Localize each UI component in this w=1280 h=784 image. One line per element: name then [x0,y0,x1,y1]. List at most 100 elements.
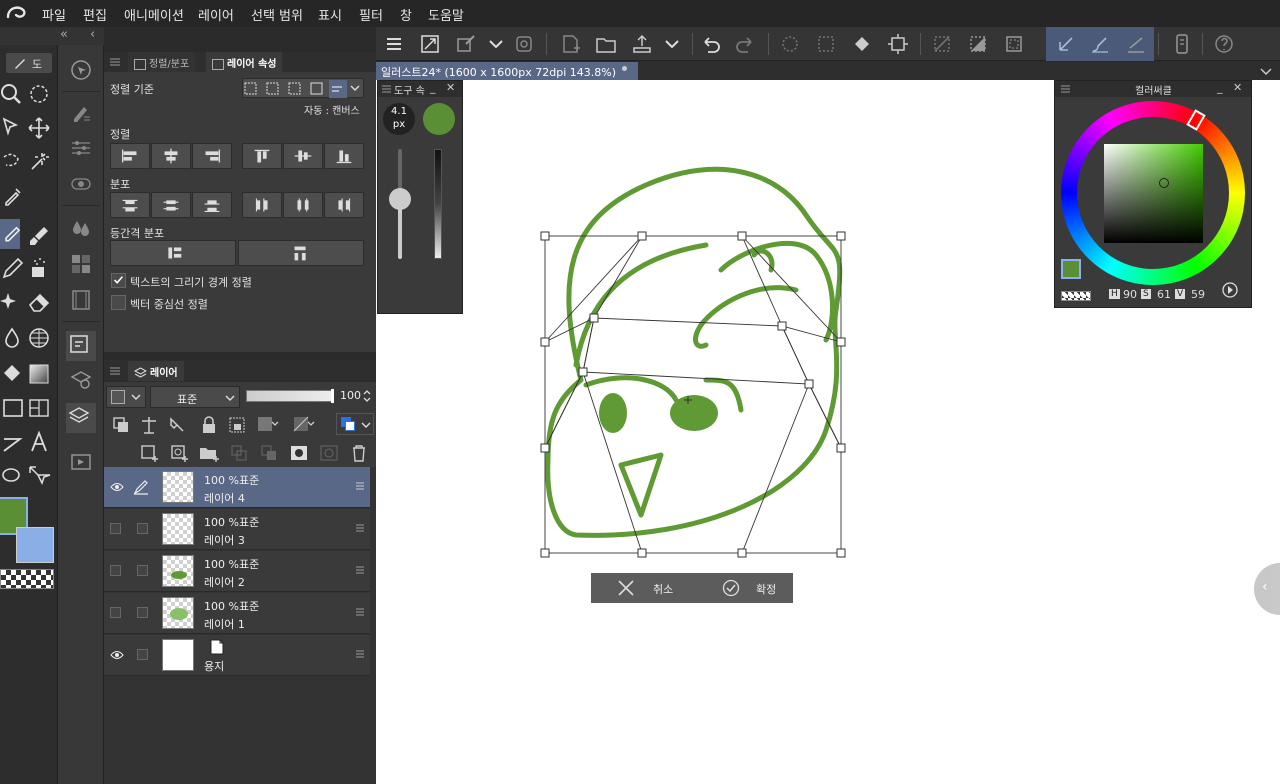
color-fill-selector[interactable] [106,386,146,408]
airbrush-icon[interactable] [26,255,52,281]
tab-align-distribute[interactable]: 정렬/분포 [128,52,196,72]
settings-loop-icon[interactable] [510,30,538,58]
eye-icon[interactable] [110,480,124,494]
align-right-button[interactable] [192,143,232,169]
distribute-center-button[interactable] [283,192,323,218]
decoration-icon[interactable] [0,289,26,315]
lock-transparency-icon[interactable] [224,412,250,438]
merge-down-icon[interactable] [256,440,282,466]
saturation-value-square[interactable] [1104,144,1203,243]
chevron-down-icon[interactable] [658,30,686,58]
menu-animation[interactable]: 애니메이션 [124,5,184,24]
transform-icon[interactable] [1052,30,1080,58]
visibility-toggle[interactable] [110,523,121,534]
edit-toggle[interactable] [137,523,148,534]
select-lasso-icon[interactable] [0,149,26,175]
deselect-icon[interactable] [928,30,956,58]
apply-mask-icon[interactable] [316,440,342,466]
align-top-button[interactable] [242,143,282,169]
h-value[interactable]: 90 [1123,288,1137,301]
redo-icon[interactable] [732,30,760,58]
layer-row-1[interactable]: 100 %표준 레이어 1 [104,593,370,634]
brush-color-preview[interactable] [423,103,455,135]
correction-line-icon[interactable] [26,463,52,489]
clear-icon[interactable] [776,30,804,58]
eyedropper-icon[interactable] [0,183,26,209]
clear-outside-icon[interactable] [812,30,840,58]
visibility-toggle[interactable] [110,607,121,618]
equal-space-v-button[interactable] [110,240,236,266]
export-icon[interactable] [628,30,656,58]
edit-toggle[interactable] [137,607,148,618]
size-slider-handle[interactable] [389,187,411,210]
new-raster-layer-icon[interactable] [136,440,162,466]
menu-layer[interactable]: 레이어 [198,5,234,24]
menu-file[interactable]: 파일 [42,5,66,24]
opacity-gradient-slider[interactable] [434,149,442,259]
subtool-pen-icon[interactable] [68,99,94,125]
distribute-right-button[interactable] [324,192,364,218]
grid-ruler-icon[interactable] [26,325,52,351]
delete-layer-icon[interactable] [346,440,372,466]
layer-row-3[interactable]: 100 %표준 레이어 3 [104,509,370,550]
drag-handle-icon[interactable] [356,481,364,491]
v-value[interactable]: 59 [1191,288,1205,301]
brush-size-indicator[interactable]: 4.1 px [383,103,415,135]
brush-icon[interactable] [26,223,52,249]
fill-icon[interactable] [848,30,876,58]
balloon-icon[interactable] [0,463,26,489]
drag-handle-icon[interactable] [356,607,364,617]
blend-icon[interactable] [0,325,26,351]
eraser-icon[interactable] [26,289,52,315]
line-icon[interactable] [0,429,26,455]
eye-icon[interactable] [110,648,124,662]
draft-layer-icon[interactable] [164,412,190,438]
align-center-v-button[interactable] [283,143,323,169]
new-vector-layer-icon[interactable] [166,440,192,466]
layer-property-icon[interactable] [68,367,94,393]
device-icon[interactable] [1168,30,1196,58]
color-mix-icon[interactable] [68,215,94,241]
brush-transform-icon[interactable] [1086,30,1114,58]
tab-layer[interactable]: 레이어 [128,361,184,381]
gradient-icon[interactable] [26,361,52,387]
reference-layer-icon[interactable] [136,412,162,438]
material-icon[interactable] [68,449,94,475]
menu-edit[interactable]: 편집 [83,5,107,24]
clipping-icon[interactable] [108,412,134,438]
drag-handle-icon[interactable] [356,523,364,533]
open-folder-icon[interactable] [592,30,620,58]
confirm-button[interactable]: 확정 [692,573,793,603]
new-folder-icon[interactable] [196,440,222,466]
navigator-icon[interactable] [68,57,94,83]
menu-help[interactable]: 도움말 [428,5,464,24]
text-icon[interactable] [26,429,52,455]
layer-row-paper[interactable]: 용지 [104,635,370,676]
fit-screen-icon[interactable] [416,30,444,58]
invert-selection-icon[interactable] [964,30,992,58]
menu-filter[interactable]: 필터 [359,5,383,24]
layers-icon[interactable] [66,403,96,433]
transfer-down-icon[interactable] [226,440,252,466]
tab-layer-property[interactable]: 레이어 속성 [206,52,283,72]
vector-center-checkbox[interactable] [111,295,126,310]
minimize-icon[interactable]: _ [1217,81,1223,94]
cancel-button[interactable]: 취소 [591,573,692,603]
new-file-icon[interactable] [556,30,584,58]
tool-tab[interactable]: 도 [6,53,52,73]
drag-handle-icon[interactable] [356,649,364,659]
crop-icon[interactable] [884,30,912,58]
object-select-icon[interactable] [0,115,26,141]
close-icon[interactable]: ✕ [446,81,455,94]
layer-row-2[interactable]: 100 %표준 레이어 2 [104,551,370,592]
layer-color-selector[interactable] [336,413,374,435]
sub-color-swatch[interactable] [16,527,54,563]
panel-menu-icon[interactable] [1061,85,1070,93]
menu-icon[interactable] [380,30,408,58]
move-icon[interactable] [26,115,52,141]
s-value[interactable]: 61 [1157,288,1171,301]
distribute-left-button[interactable] [242,192,282,218]
panel-menu-icon[interactable] [110,58,120,66]
ruler-enable-icon[interactable] [290,412,316,438]
layer-row-4[interactable]: 100 %표준 레이어 4 [104,467,370,508]
